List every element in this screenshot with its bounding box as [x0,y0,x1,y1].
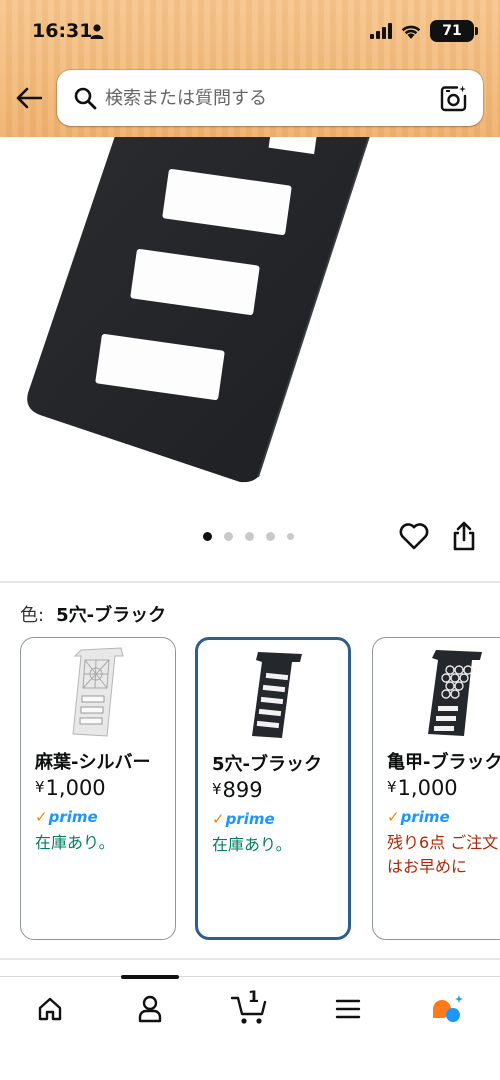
pagination-dot[interactable] [287,533,294,540]
variant-thumbnail [198,646,348,742]
section-divider [0,581,500,583]
active-tab-indicator [121,975,179,979]
battery-level: 71 [442,23,462,39]
nav-rufus[interactable] [422,989,470,1029]
bottom-navigation: 1 [0,975,500,1080]
nav-cart[interactable]: 1 [226,987,274,1029]
pagination-dot[interactable] [245,532,254,541]
variant-thumbnail [21,644,175,740]
variant-price: ¥1,000 [387,776,458,800]
stock-status: 在庫あり。 [212,835,292,854]
currency-symbol: ¥ [212,780,222,798]
cart-count: 1 [248,987,260,1006]
battery-indicator: 71 [430,20,478,42]
pagination-dot[interactable] [224,532,233,541]
variant-name: 麻葉-シルバー [35,752,151,773]
variant-name: 5穴-ブラック [212,754,322,775]
variant-card[interactable]: 亀甲-ブラック ¥1,000 ✓ prime 残り6点 ご注文はお早めに [372,637,500,940]
product-photo [27,137,370,483]
prime-label: prime [225,810,275,828]
variant-price: ¥899 [212,778,263,802]
product-page: 16:31 71 検索または質問する 色: 5穴-ブラック 麻葉-シルバー ¥1… [0,0,500,1080]
prime-check-icon: ✓ [35,808,48,826]
status-icons: 71 [370,20,478,42]
rufus-icon [433,995,463,1022]
variant-image [72,647,124,737]
prime-badge: ✓ prime [35,808,98,826]
pagination-dot[interactable] [266,532,275,541]
prime-badge: ✓ prime [387,808,450,826]
home-icon [38,997,62,1021]
variation-header: 色: 5穴-ブラック [20,601,166,627]
variant-card[interactable]: 麻葉-シルバー ¥1,000 ✓ prime 在庫あり。 [20,637,176,940]
prime-check-icon: ✓ [212,810,225,828]
price-value: 1,000 [45,776,106,800]
stock-status: 残り6点 ご注文はお早めに [387,833,499,876]
stock-status: 在庫あり。 [35,833,115,852]
signal-icon [370,23,392,39]
variation-label: 色: [20,605,45,626]
account-icon [138,995,162,1023]
share-button[interactable] [450,520,480,554]
variant-card-selected[interactable]: 5穴-ブラック ¥899 ✓ prime 在庫あり。 [195,637,351,940]
back-button[interactable] [12,81,46,115]
menu-icon [335,999,361,1019]
variant-image [428,650,482,736]
arrow-left-icon [16,87,42,109]
product-image[interactable] [0,137,500,512]
prime-check-icon: ✓ [387,808,400,826]
search-box[interactable] [57,70,483,126]
header: 16:31 71 [0,0,500,137]
price-value: 1,000 [397,776,458,800]
status-time: 16:31 [32,20,93,42]
nav-account[interactable] [126,989,174,1029]
prime-badge: ✓ prime [212,810,275,828]
share-icon [453,521,475,551]
variation-selected-value: 5穴-ブラック [56,605,167,626]
person-icon [90,24,104,39]
variant-thumbnail [373,644,500,740]
heart-icon [399,523,429,550]
camera-icon [440,85,467,112]
image-pagination [203,532,294,541]
search-icon [74,87,97,110]
section-divider [0,958,500,960]
wishlist-button[interactable] [399,522,431,554]
nav-menu[interactable] [324,989,372,1029]
status-bar: 16:31 71 [0,0,500,62]
price-value: 899 [222,778,263,802]
currency-symbol: ¥ [35,778,45,796]
currency-symbol: ¥ [387,778,397,796]
prime-label: prime [48,808,98,826]
camera-search-button[interactable] [437,81,471,115]
nav-home[interactable] [26,989,74,1029]
search-input[interactable] [105,78,437,118]
variant-image [252,652,302,738]
pagination-dot[interactable] [203,532,212,541]
wifi-icon [401,25,421,39]
variant-price: ¥1,000 [35,776,106,800]
prime-label: prime [400,808,450,826]
variant-name: 亀甲-ブラック [387,752,500,773]
